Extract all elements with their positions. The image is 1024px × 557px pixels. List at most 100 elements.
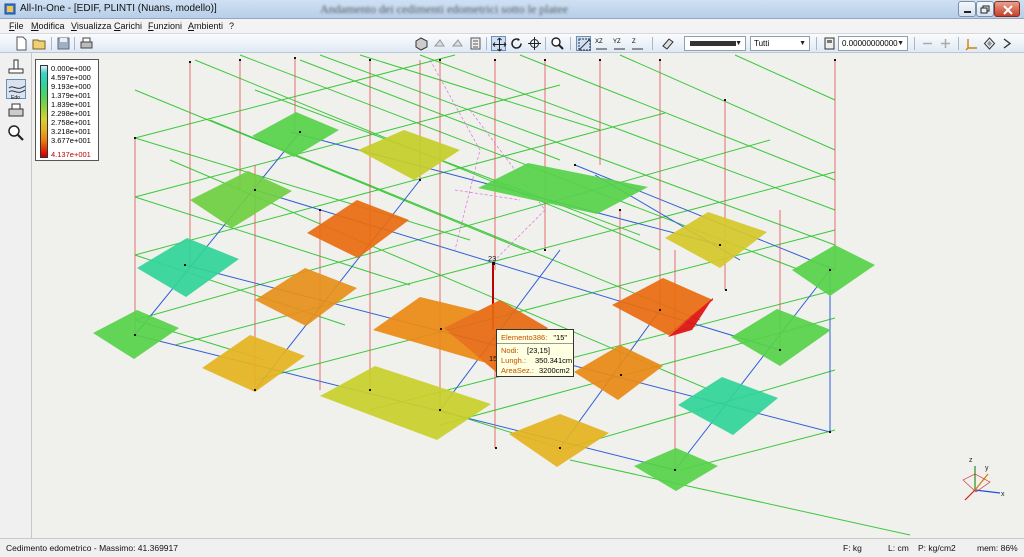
print-button[interactable]: [79, 36, 94, 51]
orbit-icon: [528, 37, 541, 50]
legend-value: 3.677e+001: [51, 136, 91, 145]
axes-button[interactable]: [964, 36, 979, 51]
tooltip-row: Lungh.: 350.341cm: [501, 356, 572, 365]
value-combo[interactable]: 0.00000000000 ▼: [838, 36, 908, 51]
properties-icon: [824, 37, 835, 50]
print-icon: [80, 37, 93, 49]
plane-zx-button[interactable]: Z: [630, 36, 645, 51]
settlement-tool[interactable]: Edo: [6, 79, 26, 101]
line-style-combo[interactable]: ▼: [684, 36, 746, 51]
menu-file[interactable]: File: [9, 21, 24, 31]
view-3d-button[interactable]: [414, 36, 429, 51]
color-legend: 0.000e+000 4.597e+000 9.193e+000 1.379e+…: [35, 59, 99, 161]
navigate-next-button[interactable]: [1000, 36, 1015, 51]
maximize-button[interactable]: [976, 1, 994, 17]
tooltip-value: 3200cm2: [539, 366, 570, 375]
legend-value: 4.597e+000: [51, 73, 91, 82]
legend-value: 1.839e+001: [51, 100, 91, 109]
axes-gizmo: z y x: [962, 457, 1005, 501]
menu-carichi[interactable]: Carichi: [114, 21, 142, 31]
filter-combo-value: Tutti: [754, 39, 770, 48]
menu-modifica[interactable]: Modifica: [31, 21, 65, 31]
list-icon: [470, 37, 481, 50]
toolbar-separator: [545, 37, 546, 50]
svg-text:Edo: Edo: [11, 95, 20, 100]
close-button[interactable]: [994, 1, 1020, 17]
menu-funzioni[interactable]: Funzioni: [148, 21, 182, 31]
tooltip-divider: [497, 343, 573, 344]
structure-3d-view[interactable]: 23 15 z y x: [32, 53, 1024, 538]
tooltip-row: Nodi: [23,15]: [501, 346, 550, 355]
save-button[interactable]: [56, 36, 71, 51]
legend-value-max: 4.137e+001: [51, 150, 91, 159]
application-window: All-In-One - [EDIF, PLINTI (Nuans, model…: [0, 0, 1024, 557]
stamp-icon: [8, 59, 24, 74]
properties-button[interactable]: [822, 36, 837, 51]
chevron-down-icon: ▼: [799, 40, 806, 47]
plane-yz-button[interactable]: YZ: [612, 36, 627, 51]
toolbar-separator: [958, 37, 959, 50]
new-button[interactable]: [14, 36, 29, 51]
rotate-icon: [511, 38, 522, 49]
status-message: Cedimento edometrico - Massimo: 41.36991…: [6, 543, 178, 553]
settlement-tool-icon: Edo: [8, 85, 26, 101]
plane-xy-button[interactable]: [576, 36, 591, 51]
foundation-plinths: [93, 112, 875, 491]
menu-help[interactable]: ?: [229, 21, 234, 31]
legend-value: 2.758e+001: [51, 118, 91, 127]
rotate-view-button[interactable]: [432, 36, 447, 51]
add-button[interactable]: [938, 36, 953, 51]
navigate-button[interactable]: [982, 36, 997, 51]
chevron-down-icon: ▼: [897, 40, 904, 47]
toolbar: XZ YZ Z ▼ Tutti ▼ 0.00000000000 ▼: [0, 34, 1024, 53]
view-title: Andamento dei cedimenti edometrici sotto…: [320, 2, 568, 16]
remove-button[interactable]: [920, 36, 935, 51]
tooltip-key: Lungh.:: [501, 356, 527, 365]
menu-ambienti[interactable]: Ambienti: [188, 21, 223, 31]
plane-xz-icon: XZ: [595, 39, 607, 50]
status-bar: Cedimento edometrico - Massimo: 41.36991…: [0, 538, 1024, 557]
close-icon: [1003, 5, 1013, 15]
tooltip-key: AreaSez.:: [501, 366, 534, 375]
plane-xz-button[interactable]: XZ: [594, 36, 609, 51]
pan-button[interactable]: [450, 36, 465, 51]
title-bar: All-In-One - [EDIF, PLINTI (Nuans, model…: [0, 0, 1024, 19]
open-icon: [32, 39, 46, 50]
minimize-button[interactable]: [958, 1, 976, 17]
plane-yz-icon: YZ: [613, 39, 625, 50]
legend-value: 1.379e+001: [51, 91, 91, 100]
magnify-tool[interactable]: [6, 123, 26, 143]
remove-icon: [923, 42, 932, 45]
status-length-unit: L: cm: [888, 543, 909, 553]
toolbar-separator: [51, 37, 52, 50]
eraser-icon: [662, 38, 674, 50]
toolbar-separator: [652, 37, 653, 50]
menu-bar: File Modifica Visualizza Carichi Funzion…: [0, 19, 1024, 34]
status-memory: mem: 86%: [977, 543, 1018, 553]
toolbar-separator: [914, 37, 915, 50]
menu-visualizza[interactable]: Visualizza: [71, 21, 111, 31]
line-style-swatch: [690, 41, 736, 46]
toolbar-separator: [570, 37, 571, 50]
list-button[interactable]: [468, 36, 483, 51]
filter-combo[interactable]: Tutti ▼: [750, 36, 810, 51]
print-preview-tool[interactable]: [6, 101, 26, 121]
model-viewport[interactable]: 23 15 z y x 0.000e+000 4.597e+000 9.193e…: [32, 53, 1024, 538]
tooltip-key: Nodi:: [501, 346, 519, 355]
window-title: All-In-One - [EDIF, PLINTI (Nuans, model…: [20, 3, 217, 14]
svg-text:Z: Z: [632, 39, 636, 45]
orbit-button[interactable]: [527, 36, 542, 51]
eraser-button[interactable]: [660, 36, 675, 51]
svg-text:XZ: XZ: [595, 39, 603, 45]
stamp-tool[interactable]: [6, 57, 26, 77]
zoom-icon: [551, 37, 564, 50]
axis-z-label: z: [969, 457, 973, 464]
node-label: 23: [488, 254, 496, 263]
open-button[interactable]: [32, 36, 47, 51]
pan-mode-button[interactable]: [491, 36, 507, 52]
tooltip-title-value: "15": [553, 333, 568, 342]
tooltip-title-key: Elemento386:: [501, 333, 548, 342]
zoom-button[interactable]: [550, 36, 565, 51]
rotate-button[interactable]: [509, 36, 524, 51]
legend-value: 2.298e+001: [51, 109, 91, 118]
